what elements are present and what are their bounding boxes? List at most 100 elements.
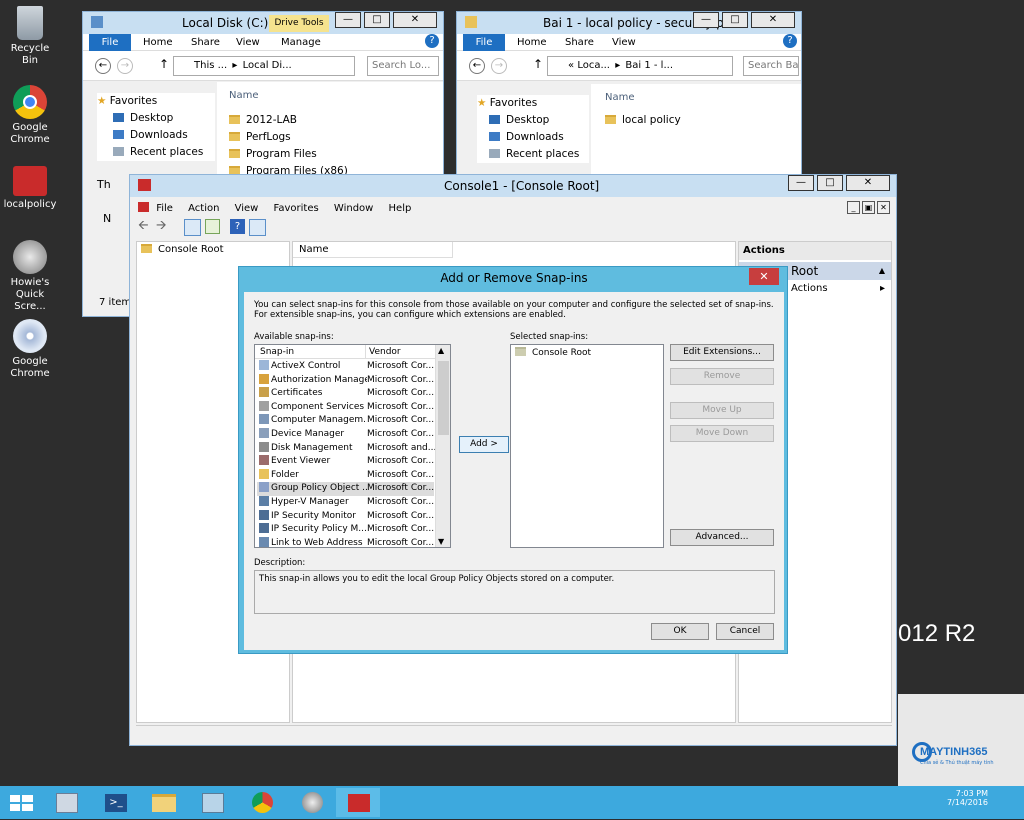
- breadcrumb-part[interactable]: Local Di...: [243, 60, 292, 71]
- snapin-row[interactable]: IP Security Policy M... Microsoft Cor...: [257, 523, 434, 537]
- close-button[interactable]: ✕: [846, 175, 890, 191]
- taskbar-mmc-active[interactable]: [336, 788, 380, 817]
- breadcrumb-part[interactable]: Loca...: [577, 60, 610, 71]
- ribbon-tab-manage[interactable]: Manage: [281, 37, 321, 48]
- snapin-row[interactable]: Computer Managem... Microsoft Cor...: [257, 414, 434, 428]
- nav-downloads[interactable]: Downloads: [97, 127, 215, 144]
- move-down-button[interactable]: Move Down: [670, 425, 774, 442]
- scrollbar[interactable]: ▲ ▼: [435, 345, 450, 547]
- ribbon-tab-view[interactable]: View: [612, 37, 636, 48]
- menu-favorites[interactable]: Favorites: [274, 203, 319, 214]
- minimize-button[interactable]: —: [788, 175, 814, 191]
- help-icon[interactable]: ?: [230, 219, 245, 234]
- taskbar-network[interactable]: [190, 788, 234, 817]
- forward-arrow-icon[interactable]: 🡪: [156, 219, 170, 233]
- menu-action[interactable]: Action: [188, 203, 219, 214]
- ribbon-tab-share[interactable]: Share: [565, 37, 594, 48]
- ribbon-tab-file[interactable]: File: [463, 34, 505, 51]
- back-arrow-icon[interactable]: ←: [469, 58, 485, 74]
- desktop-icon-chrome[interactable]: Google Chrome: [2, 85, 58, 146]
- close-button[interactable]: ✕: [393, 12, 437, 28]
- maximize-button[interactable]: □: [817, 175, 843, 191]
- scroll-up-icon[interactable]: ▲: [438, 346, 444, 355]
- nav-desktop[interactable]: Desktop: [97, 110, 215, 127]
- desktop-icon-chrome-2[interactable]: Google Chrome: [2, 319, 58, 380]
- ribbon-tab-home[interactable]: Home: [517, 37, 547, 48]
- show-hide-tree-icon[interactable]: [184, 219, 201, 236]
- snapin-row[interactable]: Device Manager Microsoft Cor...: [257, 428, 434, 442]
- file-item[interactable]: 2012-LAB: [229, 112, 348, 129]
- nav-this-pc-partial[interactable]: Th: [97, 178, 111, 191]
- forward-arrow-icon[interactable]: →: [117, 58, 133, 74]
- ribbon-tab-share[interactable]: Share: [191, 37, 220, 48]
- taskbar-explorer[interactable]: [140, 788, 184, 817]
- column-header-snapin[interactable]: Snap-in: [260, 345, 294, 359]
- selected-snapins-list[interactable]: Console Root: [510, 344, 664, 548]
- tree-item-console-root[interactable]: Console Root: [141, 244, 224, 255]
- child-minimize-button[interactable]: _: [847, 201, 860, 214]
- ok-button[interactable]: OK: [651, 623, 709, 640]
- file-item[interactable]: PerfLogs: [229, 129, 348, 146]
- snapin-row[interactable]: Authorization Manager Microsoft Cor...: [257, 373, 434, 388]
- nav-network-partial[interactable]: N: [103, 212, 111, 225]
- snapin-row[interactable]: Group Policy Object ... Microsoft Cor...: [257, 482, 434, 496]
- drive-tools-tab[interactable]: Drive Tools: [269, 15, 329, 32]
- snapin-row[interactable]: Folder Microsoft Cor...: [257, 468, 434, 483]
- menu-help[interactable]: Help: [389, 203, 412, 214]
- ribbon-tab-file[interactable]: File: [89, 34, 131, 51]
- snapin-row[interactable]: IP Security Monitor Microsoft Cor...: [257, 509, 434, 524]
- taskbar-server-manager[interactable]: [44, 788, 88, 817]
- child-close-button[interactable]: ✕: [877, 201, 890, 214]
- snapin-row[interactable]: Hyper-V Manager Microsoft Cor...: [257, 496, 434, 510]
- file-item[interactable]: local policy: [605, 114, 681, 126]
- menu-window[interactable]: Window: [334, 203, 373, 214]
- snapin-row[interactable]: Certificates Microsoft Cor...: [257, 387, 434, 401]
- search-box[interactable]: Search Lo...: [367, 56, 439, 76]
- back-arrow-icon[interactable]: ←: [95, 58, 111, 74]
- taskbar-quick-screen[interactable]: [290, 788, 334, 817]
- clock[interactable]: 7:03 PM 7/14/2016: [947, 789, 988, 807]
- nav-recent-places[interactable]: Recent places: [477, 146, 589, 163]
- title-bar[interactable]: Console1 - [Console Root] — □ ✕: [130, 175, 896, 197]
- title-bar[interactable]: Bai 1 - local policy - security p... — □…: [457, 12, 801, 34]
- close-button[interactable]: ✕: [751, 12, 795, 28]
- forward-arrow-icon[interactable]: →: [491, 58, 507, 74]
- up-arrow-icon[interactable]: ↑: [533, 57, 543, 71]
- desktop-icon-localpolicy[interactable]: localpolicy: [2, 162, 58, 211]
- nav-favorites[interactable]: ★ Favorites: [477, 95, 589, 112]
- child-restore-button[interactable]: ▣: [862, 201, 875, 214]
- minimize-button[interactable]: —: [693, 12, 719, 28]
- snapin-row[interactable]: Disk Management Microsoft and...: [257, 441, 436, 456]
- back-arrow-icon[interactable]: 🡨: [138, 219, 152, 233]
- close-button[interactable]: ✕: [749, 268, 779, 285]
- snapin-row[interactable]: ActiveX Control Microsoft Cor...: [257, 360, 434, 374]
- available-snapins-list[interactable]: Snap-in Vendor ActiveX Control Microsoft …: [254, 344, 451, 548]
- menu-view[interactable]: View: [235, 203, 259, 214]
- ribbon-tab-home[interactable]: Home: [143, 37, 173, 48]
- address-box[interactable]: « Loca... ▸ Bai 1 - l...: [547, 56, 733, 76]
- selected-item-console-root[interactable]: Console Root: [515, 347, 591, 358]
- breadcrumb-part[interactable]: This ...: [194, 60, 227, 71]
- nav-downloads[interactable]: Downloads: [477, 129, 589, 146]
- maximize-button[interactable]: □: [364, 12, 390, 28]
- column-header-name[interactable]: Name: [605, 92, 635, 103]
- add-remove-snapins-dialog[interactable]: Add or Remove Snap-ins ✕ You can select …: [238, 266, 788, 654]
- breadcrumb-overflow[interactable]: «: [568, 60, 574, 71]
- scroll-thumb[interactable]: [438, 361, 449, 435]
- snapin-row[interactable]: Link to Web Address Microsoft Cor...: [257, 536, 434, 551]
- advanced-button[interactable]: Advanced...: [670, 529, 774, 546]
- start-button[interactable]: [0, 788, 44, 817]
- taskbar-powershell[interactable]: >_: [93, 788, 137, 817]
- address-box[interactable]: This ... ▸ Local Di...: [173, 56, 355, 76]
- taskbar-chrome[interactable]: [240, 788, 284, 817]
- desktop-icon-quick-screen[interactable]: Howie's Quick Scre...: [2, 240, 58, 313]
- snapin-row[interactable]: Event Viewer Microsoft Cor...: [257, 455, 434, 469]
- snapin-row[interactable]: Component Services Microsoft Cor...: [257, 400, 434, 415]
- cancel-button[interactable]: Cancel: [716, 623, 774, 640]
- export-list-icon[interactable]: [205, 219, 220, 234]
- move-up-button[interactable]: Move Up: [670, 402, 774, 419]
- edit-extensions-button[interactable]: Edit Extensions...: [670, 344, 774, 361]
- minimize-button[interactable]: —: [335, 12, 361, 28]
- column-header-vendor[interactable]: Vendor: [365, 345, 437, 359]
- show-hide-action-pane-icon[interactable]: [249, 219, 266, 236]
